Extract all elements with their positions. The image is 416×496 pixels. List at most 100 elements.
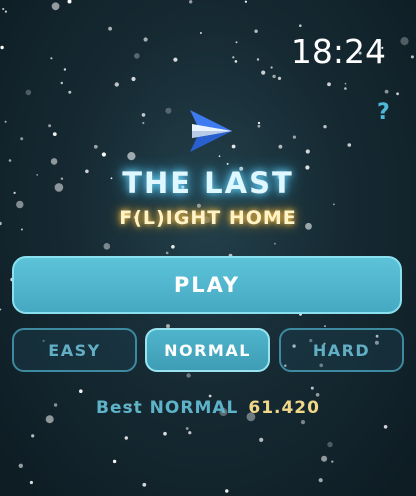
play-button-label: PLAY: [173, 273, 241, 297]
star-particle: [131, 76, 136, 82]
difficulty-normal-label: NORMAL: [164, 340, 251, 360]
star-particle: [171, 245, 175, 249]
star-particle: [185, 427, 189, 430]
star-particle: [142, 121, 145, 125]
best-score-value: 61.420: [248, 398, 320, 418]
star-particle: [277, 76, 282, 80]
star-particle: [234, 60, 238, 63]
star-particle: [18, 463, 23, 468]
star-particle: [310, 386, 314, 390]
star-particle: [318, 478, 323, 483]
star-particle: [189, 0, 193, 4]
star-particle: [235, 41, 238, 44]
star-particle: [323, 125, 327, 129]
difficulty-hard-label: HARD: [312, 340, 371, 360]
play-button[interactable]: PLAY: [12, 256, 402, 314]
star-particle: [272, 74, 276, 79]
difficulty-easy-label: EASY: [48, 340, 101, 360]
star-particle: [124, 436, 128, 440]
starfield-background: [0, 0, 414, 493]
star-particle: [79, 389, 83, 394]
star-particle: [101, 152, 106, 157]
star-particle: [8, 159, 12, 162]
help-button[interactable]: ?: [377, 100, 390, 125]
star-particle: [48, 124, 52, 128]
star-particle: [127, 152, 136, 161]
star-particle: [270, 66, 273, 69]
star-particle: [299, 24, 302, 28]
star-particle: [327, 441, 333, 448]
star-particle: [324, 325, 326, 327]
star-particle: [134, 53, 140, 59]
clock-time: 18:24: [290, 32, 386, 71]
paper-plane-ship-icon: [190, 110, 232, 152]
star-particle: [51, 2, 60, 11]
star-particle: [256, 58, 260, 61]
star-particle: [344, 82, 347, 85]
star-particle: [305, 149, 310, 154]
star-particle: [142, 482, 147, 487]
star-particle: [93, 144, 98, 149]
star-particle: [333, 203, 335, 206]
star-particle: [68, 90, 72, 94]
star-particle: [52, 132, 57, 137]
star-particle: [315, 393, 320, 397]
star-particle: [25, 89, 32, 96]
star-particle: [396, 92, 399, 96]
star-particle: [50, 158, 58, 165]
star-particle: [292, 135, 296, 139]
difficulty-easy-button[interactable]: EASY: [12, 328, 137, 372]
star-particle: [344, 87, 347, 90]
star-particle: [225, 489, 229, 493]
star-particle: [383, 425, 388, 429]
star-particle: [0, 45, 4, 50]
star-particle: [257, 124, 261, 128]
star-particle: [278, 144, 283, 149]
star-particle: [63, 68, 67, 71]
star-particle: [300, 420, 306, 425]
star-particle: [165, 107, 172, 114]
star-particle: [20, 137, 24, 141]
star-particle: [165, 251, 169, 255]
difficulty-normal-button[interactable]: NORMAL: [145, 328, 270, 372]
star-particle: [261, 70, 266, 75]
star-particle: [259, 437, 264, 442]
star-particle: [218, 155, 221, 157]
star-particle: [254, 29, 258, 33]
best-score-label: Best NORMAL: [96, 398, 239, 418]
star-particle: [31, 434, 35, 438]
star-particle: [143, 37, 148, 42]
star-particle: [173, 57, 178, 62]
star-particle: [29, 480, 33, 485]
star-particle: [347, 143, 352, 147]
star-particle: [232, 56, 235, 59]
star-particle: [199, 32, 202, 34]
game-subtitle: F(L)IGHT HOME: [119, 207, 297, 229]
star-particle: [274, 242, 276, 245]
best-score: Best NORMAL 61.420: [0, 398, 416, 418]
star-particle: [186, 373, 191, 378]
star-particle: [108, 26, 112, 31]
star-particle: [163, 431, 167, 436]
star-particle: [50, 57, 53, 60]
star-particle: [208, 394, 212, 398]
difficulty-hard-button[interactable]: HARD: [279, 328, 404, 372]
star-particle: [60, 81, 63, 85]
star-particle: [257, 121, 261, 125]
star-particle: [244, 0, 247, 3]
star-particle: [141, 113, 146, 117]
star-particle: [4, 120, 7, 123]
star-particle: [410, 55, 414, 59]
star-particle: [0, 308, 2, 311]
star-particle: [327, 82, 331, 87]
star-particle: [112, 459, 117, 464]
star-particle: [331, 460, 334, 463]
star-particle: [4, 10, 7, 13]
star-particle: [384, 89, 389, 94]
game-title: THE LAST: [122, 166, 294, 200]
star-particle: [67, 0, 72, 4]
star-particle: [103, 243, 111, 250]
star-particle: [226, 162, 229, 165]
star-particle: [188, 431, 192, 435]
question-mark-icon: ?: [377, 100, 390, 125]
